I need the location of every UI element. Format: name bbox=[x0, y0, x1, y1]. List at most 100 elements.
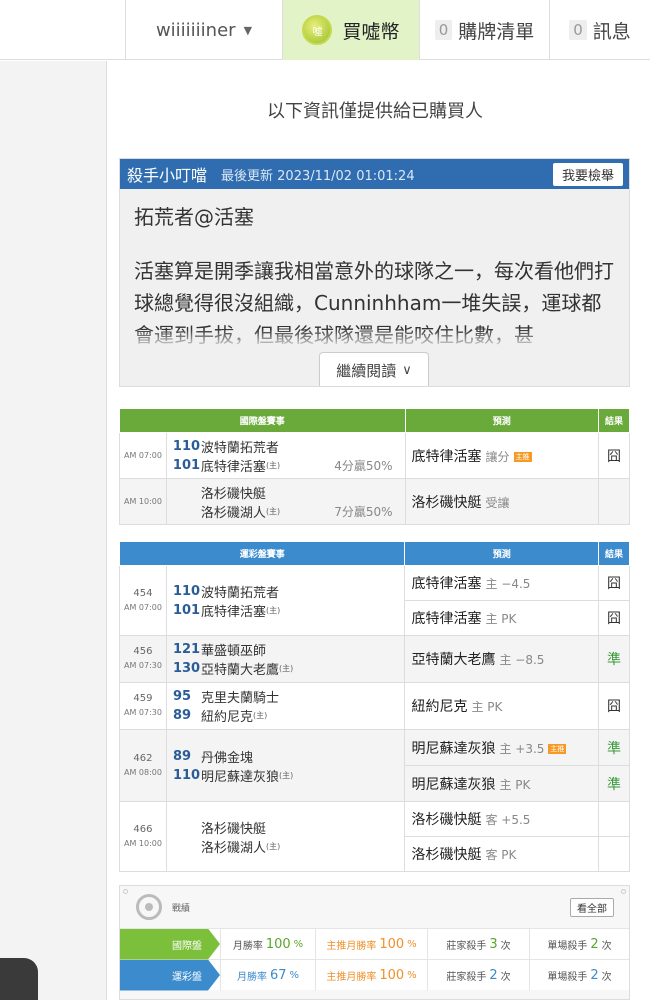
featured-badge: 主推 bbox=[548, 743, 567, 754]
report-button[interactable]: 我要檢舉 bbox=[552, 163, 623, 186]
record-title: 戰績 bbox=[172, 903, 191, 914]
game-matchup: 110 波特蘭拓荒者 101 底特律活塞 (主) 4分贏50% bbox=[165, 432, 406, 479]
game-matchup: 95 克里夫蘭騎士 89 紐約尼克 (主) bbox=[165, 682, 406, 730]
result bbox=[598, 801, 630, 837]
record-label: 運彩盤 bbox=[120, 959, 220, 991]
month-win-rate: 月勝率 100% bbox=[220, 928, 315, 960]
messages-button[interactable]: 0 訊息 bbox=[549, 0, 650, 60]
messages-count: 0 bbox=[569, 20, 587, 40]
coin-icon: 噓 bbox=[302, 15, 333, 45]
game-time: AM 10:00 bbox=[119, 478, 167, 525]
article-updated: 最後更新 2023/11/02 01:01:24 bbox=[221, 168, 415, 184]
record-row-lottery: 運彩盤 月勝率 67% 主推月勝率 100% 莊家殺手 2 次 單場殺手 2 次 bbox=[120, 959, 629, 991]
lottery-header-games: 運彩盤賽事 bbox=[118, 541, 406, 566]
result: 囧 bbox=[598, 432, 630, 479]
prediction: 底特律活塞主 PK bbox=[404, 600, 600, 636]
odds: 4分贏50% bbox=[334, 458, 393, 473]
single-killer: 單場殺手 2 次 bbox=[529, 928, 629, 960]
view-all-button[interactable]: 看全部 bbox=[570, 898, 614, 917]
away-team: 洛杉磯快艇 bbox=[200, 486, 266, 502]
intl-header-pick: 預測 bbox=[404, 408, 600, 433]
corner-dot bbox=[123, 889, 128, 894]
record-panel: 戰績 看全部 國際盤 月勝率 100% 主推月勝率 100% 莊家殺手 3 次 單場殺手… bbox=[119, 885, 630, 1000]
featured-win-rate: 主推月勝率 100% bbox=[315, 959, 427, 991]
result: 準 bbox=[598, 729, 630, 766]
messages-label: 訊息 bbox=[592, 20, 631, 43]
article-card: 殺手小叮噹 最後更新 2023/11/02 01:01:24 我要檢舉 拓荒者@… bbox=[119, 158, 630, 387]
prediction: 洛杉磯快艇客 +5.5 bbox=[404, 801, 600, 837]
table-row: AM 10:00 洛杉磯快艇 洛杉磯湖人 (主) 7分贏50% 洛杉磯快艇 受讓 bbox=[119, 478, 630, 525]
purchase-list-button[interactable]: 0 購牌清單 bbox=[419, 0, 549, 60]
table-row: 456 AM 07:30 121 華盛頓巫師 130 亞特蘭大老鷹 (主) 亞特蘭大老鷹… bbox=[119, 635, 630, 683]
game-matchup: 89 丹佛金塊 110 明尼蘇達灰狼 (主) bbox=[165, 729, 406, 802]
result bbox=[598, 836, 630, 872]
result: 準 bbox=[598, 635, 630, 683]
game-matchup: 110 波特蘭拓荒者 101 底特律活塞 (主) bbox=[165, 565, 406, 636]
game-time: 466 AM 10:00 bbox=[119, 801, 167, 872]
read-more-button[interactable]: 繼續閱讀 ∨ bbox=[319, 352, 429, 386]
prediction: 底特律活塞主 −4.5 bbox=[404, 565, 600, 601]
odds: 7分贏50% bbox=[334, 504, 393, 519]
article-fade bbox=[120, 329, 629, 349]
buyer-notice: 以下資訊僅提供給已購買人 bbox=[267, 101, 483, 122]
article-author[interactable]: 殺手小叮噹 bbox=[127, 162, 207, 186]
single-killer: 單場殺手 2 次 bbox=[529, 959, 629, 991]
featured-badge: 主推 bbox=[513, 451, 532, 462]
table-row: 462 AM 08:00 89 丹佛金塊 110 明尼蘇達灰狼 (主) 明尼蘇達灰狼主 … bbox=[119, 729, 630, 802]
result: 準 bbox=[598, 765, 630, 802]
table-row: 459 AM 07:30 95 克里夫蘭騎士 89 紐約尼克 (主) 紐約尼克主 PK … bbox=[119, 682, 630, 730]
game-matchup: 洛杉磯快艇 洛杉磯湖人 (主) bbox=[165, 801, 406, 872]
game-time: AM 07:00 bbox=[119, 432, 167, 479]
username: wiiiiiiiner bbox=[155, 19, 236, 41]
intl-header-result: 結果 bbox=[598, 408, 630, 433]
article-body: 拓荒者@活塞 活塞算是開季讓我相當意外的球隊之一，每次看他們打球總覺得很沒組織，… bbox=[120, 189, 629, 347]
article-header: 殺手小叮噹 最後更新 2023/11/02 01:01:24 我要檢舉 bbox=[120, 159, 629, 189]
target-icon bbox=[136, 894, 162, 920]
record-header: 戰績 bbox=[120, 886, 629, 928]
result bbox=[598, 478, 630, 525]
lottery-games-table: 運彩盤賽事 預測 結果 454 AM 07:00 110 波特蘭拓荒者 101 底特律… bbox=[118, 541, 630, 872]
game-time: 462 AM 08:00 bbox=[119, 729, 167, 802]
prediction: 洛杉磯快艇客 PK bbox=[404, 836, 600, 872]
featured-win-rate: 主推月勝率 100% bbox=[315, 928, 427, 960]
record-label: 國際盤 bbox=[120, 928, 220, 960]
month-win-rate: 月勝率 67% bbox=[220, 959, 315, 991]
floating-button[interactable] bbox=[0, 958, 38, 1000]
game-matchup: 洛杉磯快艇 洛杉磯湖人 (主) 7分贏50% bbox=[165, 478, 406, 525]
table-row: 466 AM 10:00 洛杉磯快艇 洛杉磯湖人 (主) 洛杉磯快艇客 +5.5 bbox=[119, 801, 630, 872]
record-row-intl: 國際盤 月勝率 100% 主推月勝率 100% 莊家殺手 3 次 單場殺手 2 次 bbox=[120, 928, 629, 960]
result: 囧 bbox=[598, 682, 630, 730]
chevron-down-icon: ∨ bbox=[402, 363, 412, 378]
away-team: 波特蘭拓荒者 bbox=[200, 440, 279, 456]
intl-header-games: 國際盤賽事 bbox=[119, 408, 406, 433]
table-row: 454 AM 07:00 110 波特蘭拓荒者 101 底特律活塞 (主) 底特律活塞主… bbox=[119, 565, 630, 636]
purchase-list-count: 0 bbox=[434, 20, 453, 40]
user-menu[interactable]: wiiiiiiiner ▼ bbox=[125, 0, 283, 60]
prediction: 明尼蘇達灰狼主 +3.5 主推 bbox=[404, 729, 600, 766]
buy-coin-button[interactable]: 噓 買噓幣 bbox=[283, 0, 419, 60]
banker-killer: 莊家殺手 3 次 bbox=[427, 928, 529, 960]
home-team: 洛杉磯湖人 bbox=[200, 505, 266, 521]
lottery-header-result: 結果 bbox=[598, 541, 630, 566]
game-time: 454 AM 07:00 bbox=[119, 565, 167, 636]
buy-coin-label: 買噓幣 bbox=[342, 20, 400, 43]
prediction: 紐約尼克主 PK bbox=[404, 682, 600, 730]
prediction: 洛杉磯快艇 受讓 bbox=[404, 478, 600, 525]
game-time: 456 AM 07:30 bbox=[119, 635, 167, 683]
intl-games-table: 國際盤賽事 預測 結果 AM 07:00 110 波特蘭拓荒者 101 底特律活塞(… bbox=[119, 408, 630, 525]
main-content: 以下資訊僅提供給已購買人 殺手小叮噹 最後更新 2023/11/02 01:01… bbox=[107, 61, 643, 1000]
left-panel bbox=[0, 61, 107, 1000]
game-time: 459 AM 07:30 bbox=[119, 682, 167, 730]
banker-killer: 莊家殺手 2 次 bbox=[427, 959, 529, 991]
caret-down-icon: ▼ bbox=[243, 23, 253, 37]
result: 囧 bbox=[598, 600, 630, 636]
result: 囧 bbox=[598, 565, 630, 601]
prediction: 明尼蘇達灰狼主 PK bbox=[404, 765, 600, 802]
article-title: 拓荒者@活塞 bbox=[134, 205, 254, 229]
prediction: 底特律活塞 讓分 主推 bbox=[404, 432, 600, 479]
corner-dot bbox=[621, 889, 626, 894]
prediction: 亞特蘭大老鷹主 −8.5 bbox=[404, 635, 600, 683]
home-team: 底特律活塞 bbox=[200, 459, 266, 475]
top-nav-bar: wiiiiiiiner ▼ 噓 買噓幣 0 購牌清單 0 訊息 bbox=[0, 0, 650, 60]
read-more-label: 繼續閱讀 bbox=[336, 362, 397, 380]
